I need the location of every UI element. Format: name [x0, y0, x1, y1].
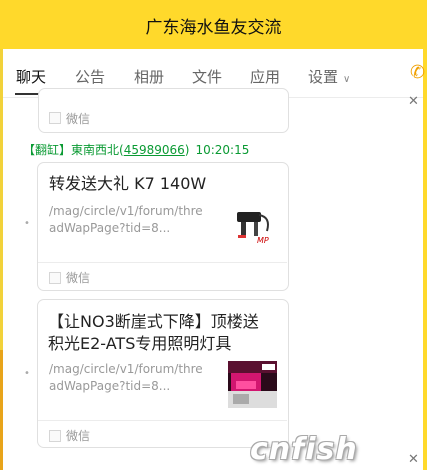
tab-settings[interactable]: 设置 ∨ — [308, 66, 350, 87]
chevron-down-icon: ∨ — [343, 74, 351, 85]
checkbox-icon[interactable] — [49, 112, 61, 124]
card-url-line: /mag/circle/v1/forum/thre — [49, 204, 203, 218]
checkbox-icon[interactable] — [49, 272, 61, 284]
message-sender: 【翻缸】東南西北(45989066) 10:20:15 — [23, 141, 249, 158]
card-title[interactable]: 【让NO3断崖式下降】顶楼送 积光E2-ATS专用照明灯具 — [48, 311, 259, 355]
close-icon[interactable]: ✕ — [408, 94, 419, 109]
card-thumbnail — [228, 361, 277, 408]
card-title-line: 积光E2-ATS专用照明灯具 — [48, 334, 232, 353]
title-bar: 广东海水鱼友交流 — [0, 0, 427, 49]
message-timestamp: 10:20:15 — [195, 143, 250, 157]
tab-announcement[interactable]: 公告 — [75, 66, 105, 87]
window-title: 广东海水鱼友交流 — [145, 18, 282, 38]
card-url-line: /mag/circle/v1/forum/thre — [49, 362, 203, 376]
source-label: 微信 — [66, 271, 91, 285]
tab-chat[interactable]: 聊天 — [16, 66, 46, 87]
sender-group-id-link[interactable]: 45989066 — [124, 143, 185, 157]
svg-text:MP: MP — [257, 236, 269, 245]
checkbox-icon[interactable] — [49, 430, 61, 442]
sender-id-close: ) — [184, 143, 190, 157]
source-label: 微信 — [66, 429, 91, 443]
card-title-line: 【让NO3断崖式下降】顶楼送 — [48, 312, 259, 331]
card-url: /mag/circle/v1/forum/thre adWapPage?tid=8… — [49, 361, 203, 395]
close-icon[interactable]: ✕ — [408, 452, 419, 467]
card-title[interactable]: 转发送大礼 K7 140W — [49, 173, 206, 195]
tab-files[interactable]: 文件 — [192, 66, 222, 87]
tab-album[interactable]: 相册 — [134, 66, 164, 87]
card-url: /mag/circle/v1/forum/thre adWapPage?tid=8… — [49, 203, 203, 237]
sender-name: 【翻缸】東南西北 — [23, 143, 120, 157]
bullet-dot: • — [24, 368, 30, 379]
watermark: cnfish — [250, 432, 358, 467]
phone-icon[interactable]: ✆ — [410, 62, 425, 83]
source-label: 微信 — [66, 112, 91, 126]
card-thumbnail: MP — [229, 209, 277, 246]
bullet-dot: • — [24, 218, 30, 229]
card-divider — [38, 420, 287, 421]
card-url-line: adWapPage?tid=8... — [49, 221, 171, 235]
card-divider — [38, 262, 287, 263]
tab-settings-label: 设置 — [308, 68, 339, 86]
left-edge-lower — [0, 350, 3, 470]
tab-apps[interactable]: 应用 — [250, 66, 280, 87]
card-url-line: adWapPage?tid=8... — [49, 379, 171, 393]
